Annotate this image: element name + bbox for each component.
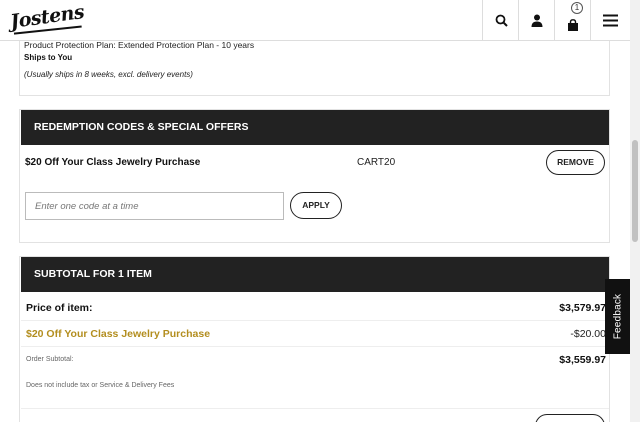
price-of-item-value: $3,579.97 (559, 302, 606, 314)
account-button[interactable] (518, 0, 555, 41)
redemption-header: REDEMPTION CODES & SPECIAL OFFERS (21, 110, 609, 145)
cart-count-badge: 1 (571, 2, 583, 14)
apply-code-button[interactable]: APPLY (290, 192, 342, 219)
discount-label: $20 Off Your Class Jewelry Purchase (26, 328, 211, 340)
applied-promo-code: CART20 (357, 157, 396, 168)
remove-code-button[interactable]: REMOVE (546, 150, 605, 175)
discount-value: -$20.00 (570, 328, 606, 340)
subtotal-header: SUBTOTAL FOR 1 ITEM (21, 257, 609, 292)
shipping-note: (Usually ships in 8 weeks, excl. deliver… (24, 70, 193, 79)
applied-promo-name: $20 Off Your Class Jewelry Purchase (25, 157, 201, 168)
order-subtotal-value: $3,559.97 (559, 354, 606, 366)
menu-button[interactable] (590, 0, 630, 41)
page-scrollbar[interactable] (630, 0, 640, 422)
shopping-bag-icon (568, 18, 578, 31)
row-divider (21, 320, 609, 321)
site-header: Jostens 1 (0, 0, 630, 41)
cart-button[interactable]: 1 (554, 0, 591, 41)
checkout-button[interactable] (535, 414, 605, 422)
protection-plan-text: Product Protection Plan: Extended Protec… (24, 40, 255, 50)
search-button[interactable] (482, 0, 519, 41)
price-of-item-label: Price of item: (26, 302, 93, 314)
feedback-tab[interactable]: Feedback (605, 279, 630, 354)
hamburger-menu-icon (603, 14, 618, 27)
order-subtotal-label: Order Subtotal: (26, 356, 74, 363)
jostens-logo[interactable]: Jostens (9, 1, 86, 33)
scrollbar-thumb[interactable] (632, 140, 638, 242)
promo-code-input[interactable] (25, 192, 284, 220)
row-divider (21, 408, 609, 409)
search-icon (495, 14, 508, 27)
feedback-label: Feedback (612, 293, 623, 340)
row-divider (21, 346, 609, 347)
user-icon (531, 14, 543, 27)
tax-note: Does not include tax or Service & Delive… (26, 382, 175, 389)
ships-to-label: Ships to You (24, 53, 73, 62)
cart-page: Jostens 1 Product Protection Plan: Exten… (0, 0, 640, 422)
